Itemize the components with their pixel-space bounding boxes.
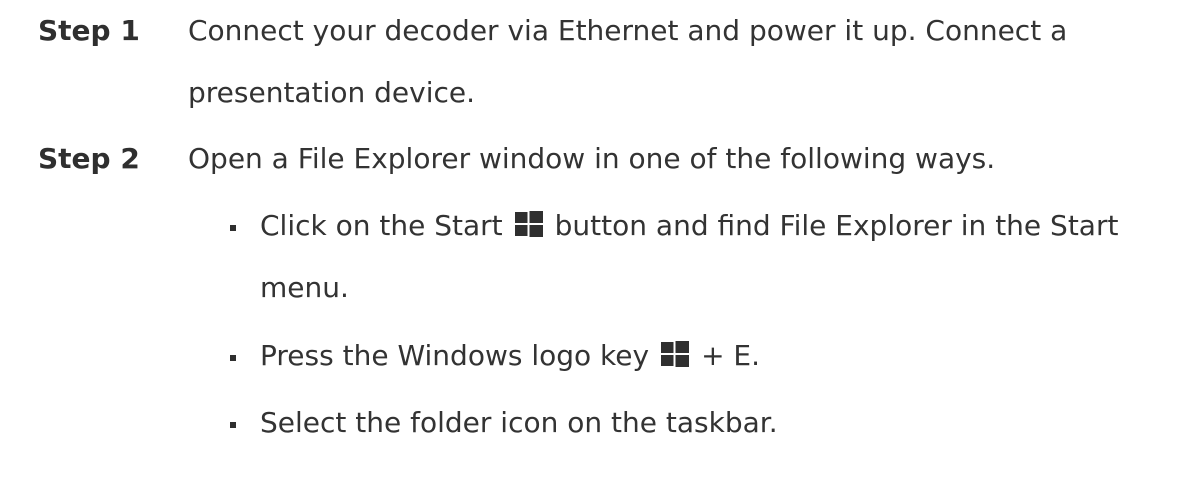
bullet-2-text-after: + E. [701,339,761,372]
step-1-label: Step 1 [38,14,140,47]
step-1-text: Connect your decoder via Ethernet and po… [188,14,1068,109]
bullet-2-text-before: Press the Windows logo key [260,339,650,372]
bullet-item-start-menu: Click on the Start button and find File E… [260,195,1160,319]
step-2-label: Step 2 [38,142,140,175]
bullet-item-windows-key: Press the Windows logo key + E. [260,325,1160,387]
bullet-item-taskbar-folder: Select the folder icon on the taskbar. [260,406,778,439]
bullet-marker [230,225,236,231]
bullet-marker [230,355,236,361]
bullet-1-text-before: Click on the Start [260,209,503,242]
bullet-marker [230,422,236,428]
instruction-document: Step 1 Connect your decoder via Ethernet… [0,0,1189,490]
step-2-text: Open a File Explorer window in one of th… [188,142,996,175]
windows-logo-icon [661,341,690,367]
windows-logo-icon [514,211,543,237]
